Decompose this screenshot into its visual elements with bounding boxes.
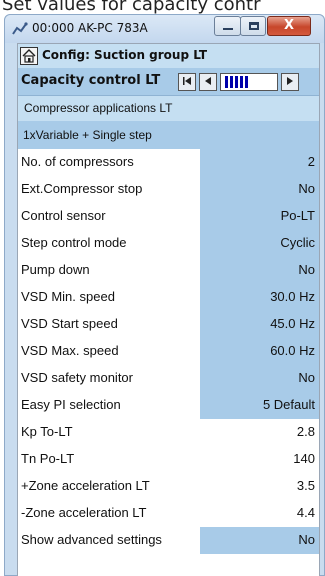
config-header: Config: Suction group LT [18,44,319,68]
network-app-icon [12,22,28,35]
param-label: VSD Start speed [18,311,200,338]
section-title: Compressor applications LT [18,95,319,121]
previous-page-button[interactable] [199,73,217,91]
param-label: Step control mode [18,230,200,257]
progress-segment [245,76,248,88]
param-label: VSD Min. speed [18,284,200,311]
first-page-button[interactable] [178,73,196,91]
next-page-button[interactable] [281,73,299,91]
param-row[interactable]: VSD safety monitor No [18,365,319,392]
progress-segment [225,76,228,88]
capacity-title: Capacity control LT [21,73,161,88]
param-row: -Zone acceleration LT 4.4 [18,500,319,527]
param-label: Ext.Compressor stop [18,176,200,203]
param-row[interactable]: VSD Max. speed 60.0 Hz [18,338,319,365]
param-label: -Zone acceleration LT [18,500,200,527]
param-value[interactable]: 2 [200,149,319,176]
param-row[interactable]: Ext.Compressor stop No [18,176,319,203]
param-row[interactable]: VSD Min. speed 30.0 Hz [18,284,319,311]
minimize-button[interactable] [214,16,241,36]
param-value[interactable]: 5 Default [200,392,319,419]
maximize-icon [249,22,259,30]
param-row[interactable]: Step control mode Cyclic [18,230,319,257]
param-row[interactable]: Control sensor Po-LT [18,203,319,230]
param-label: VSD Max. speed [18,338,200,365]
param-label: VSD safety monitor [18,365,200,392]
first-page-icon [183,77,191,85]
param-value[interactable]: Cyclic [200,230,319,257]
progress-segment [235,76,238,88]
param-value: 3.5 [200,473,319,500]
next-page-icon [287,77,293,85]
param-label: Show advanced settings [18,527,200,554]
close-icon: X [283,18,295,33]
param-value[interactable]: 60.0 Hz [200,338,319,365]
capacity-header: Capacity control LT [18,68,319,95]
previous-page-icon [205,77,211,85]
maximize-button[interactable] [240,16,266,36]
param-value: 140 [200,446,319,473]
content-area: Config: Suction group LT Capacity contro… [17,43,320,576]
param-row: Kp To-LT 2.8 [18,419,319,446]
title-bar[interactable]: 00:000 AK-PC 783A X [5,15,324,43]
param-value[interactable]: No [200,365,319,392]
param-label: Tn Po-LT [18,446,200,473]
param-value[interactable]: No [200,257,319,284]
param-label: Kp To-LT [18,419,200,446]
config-title: Config: Suction group LT [42,48,208,62]
param-label: +Zone acceleration LT [18,473,200,500]
page-progress-bar [220,73,278,91]
param-row: +Zone acceleration LT 3.5 [18,473,319,500]
compressor-application-select[interactable]: 1xVariable + Single step [18,121,319,149]
param-value[interactable]: No [200,527,319,554]
param-value[interactable]: 45.0 Hz [200,311,319,338]
param-value: 4.4 [200,500,319,527]
minimize-icon [223,28,233,30]
param-row[interactable]: No. of compressors 2 [18,149,319,176]
param-label: Control sensor [18,203,200,230]
home-icon[interactable] [20,47,38,65]
param-value[interactable]: Po-LT [200,203,319,230]
param-row[interactable]: VSD Start speed 45.0 Hz [18,311,319,338]
progress-segment [240,76,243,88]
param-label: Pump down [18,257,200,284]
param-row[interactable]: Pump down No [18,257,319,284]
param-row[interactable]: Easy PI selection 5 Default [18,392,319,419]
param-label: No. of compressors [18,149,200,176]
param-value[interactable]: No [200,176,319,203]
param-value[interactable]: 30.0 Hz [200,284,319,311]
param-row: Tn Po-LT 140 [18,446,319,473]
param-value: 2.8 [200,419,319,446]
window-title: 00:000 AK-PC 783A [32,21,148,35]
close-button[interactable]: X [267,16,311,36]
app-window: 00:000 AK-PC 783A X Config: Suction grou… [4,14,325,576]
progress-segment [230,76,233,88]
param-row[interactable]: Show advanced settings No [18,527,319,554]
param-label: Easy PI selection [18,392,200,419]
